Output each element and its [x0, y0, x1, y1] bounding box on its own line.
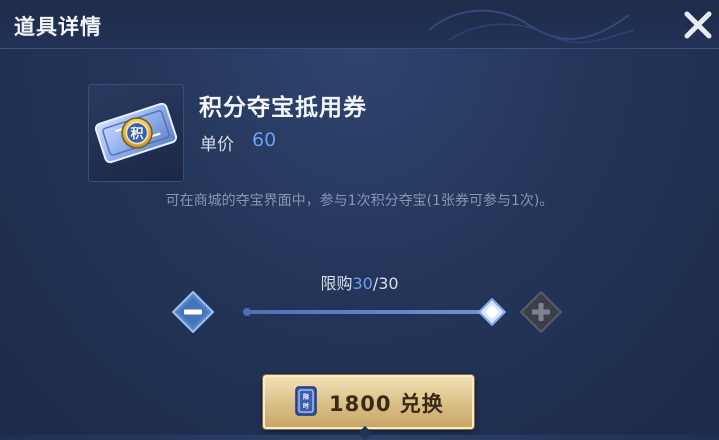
limited-time-coupon-icon: 限 时 [295, 386, 317, 416]
quantity-slider-track[interactable] [246, 310, 492, 314]
svg-text:限: 限 [303, 393, 309, 401]
dialog-header: 道具详情 [0, 0, 719, 49]
limit-current: 30 [352, 274, 373, 293]
dialog-title: 道具详情 [14, 15, 102, 39]
limit-max: 30 [378, 274, 399, 293]
quantity-slider-thumb[interactable] [478, 298, 506, 326]
voucher-ticket-icon: 积 [94, 102, 178, 164]
exchange-button[interactable]: 限 时 1800 兑换 [263, 375, 474, 429]
decorative-swirl-icon [428, 9, 635, 44]
item-name: 积分夺宝抵用券 [199, 95, 367, 121]
exchange-button-label: 1800 兑换 [329, 392, 444, 416]
purchase-limit: 限购30/30 [0, 270, 719, 294]
voucher-badge-text: 积 [130, 126, 143, 142]
svg-text:时: 时 [303, 402, 309, 410]
item-icon-frame: 积 [88, 84, 184, 182]
quantity-slider-fill [246, 310, 492, 314]
minus-icon[interactable] [172, 291, 214, 333]
price-value: 60 [252, 129, 277, 151]
price-label: 单价 [200, 135, 234, 155]
item-description: 可在商城的夺宝界面中，参与1次积分夺宝(1张券可参与1次)。 [165, 193, 554, 209]
plus-icon[interactable] [520, 291, 562, 333]
limit-label: 限购 [320, 274, 353, 293]
slider-start-dot [243, 308, 251, 316]
close-icon[interactable] [681, 8, 715, 42]
